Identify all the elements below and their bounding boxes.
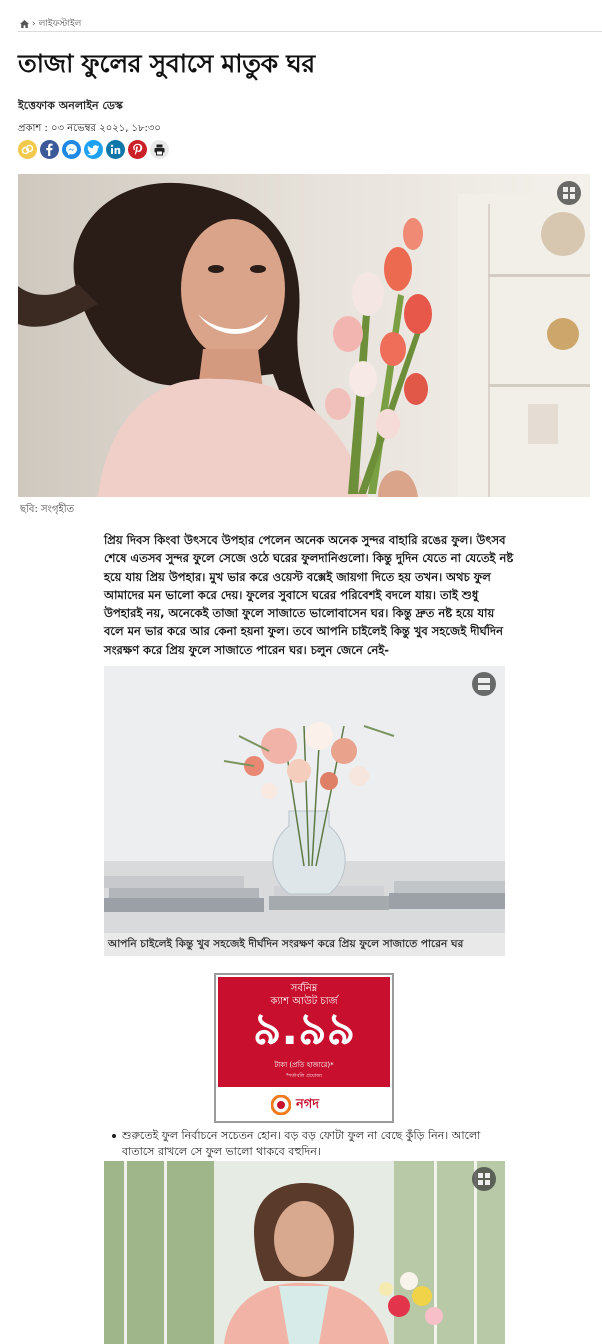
- gallery-icon[interactable]: [557, 181, 581, 205]
- print-icon[interactable]: [150, 140, 169, 159]
- published-date: প্রকাশ : ০৩ নভেম্বর ২০২১, ১৮:৩০: [18, 123, 161, 134]
- article-paragraph: প্রিয় দিবস কিংবা উৎসবে উপহার পেলেন অনেক…: [104, 533, 514, 657]
- pinterest-icon[interactable]: [128, 140, 147, 159]
- ad-brand-name: নগদ: [296, 1097, 320, 1112]
- gallery-icon[interactable]: [472, 1167, 496, 1191]
- breadcrumb: › লাইফস্টাইল: [20, 16, 81, 31]
- home-icon[interactable]: [20, 19, 29, 28]
- page-title: তাজা ফুলের সুবাসে মাতুক ঘর: [18, 49, 315, 78]
- article-image-woman-arranging: [104, 1161, 505, 1344]
- breadcrumb-separator: ›: [32, 18, 36, 29]
- hero-caption: ছবি: সংগৃহীত: [20, 504, 75, 515]
- ad-fine-print: *শর্তাবলি প্রযোজ্য: [285, 1073, 323, 1079]
- ad-red-panel: সর্বনিম্ন ক্যাশ আউট চার্জ ৯.৯৯ টাকা (প্র…: [218, 977, 390, 1087]
- author-link[interactable]: ইত্তেফাক অনলাইন ডেস্ক: [18, 97, 123, 116]
- ad-brand-logo: নগদ: [216, 1088, 392, 1121]
- image-caption: আপনি চাইলেই কিন্তু খুব সহজেই দীর্ঘদিন সং…: [104, 933, 505, 956]
- breadcrumb-divider: [18, 31, 602, 32]
- tips-list: শুরুতেই ফুল নির্বাচনে সচেতন হোন। বড় বড়…: [112, 1128, 492, 1160]
- twitter-icon[interactable]: [84, 140, 103, 159]
- article-image-vase: [104, 666, 505, 933]
- gallery-icon[interactable]: [472, 672, 496, 696]
- copy-link-icon[interactable]: [18, 140, 37, 159]
- ad-unit: টাকা (প্রতি হাজারে)*: [274, 1061, 334, 1069]
- hero-image: [18, 174, 590, 497]
- facebook-icon[interactable]: [40, 140, 59, 159]
- breadcrumb-section-link[interactable]: লাইফস্টাইল: [39, 16, 82, 31]
- list-item: শুরুতেই ফুল নির্বাচনে সচেতন হোন। বড় বড়…: [112, 1128, 492, 1160]
- advertisement-banner[interactable]: সর্বনিম্ন ক্যাশ আউট চার্জ ৯.৯৯ টাকা (প্র…: [214, 973, 394, 1123]
- nagad-logo-icon: [271, 1095, 291, 1115]
- messenger-icon[interactable]: [62, 140, 81, 159]
- ad-rate: ৯.৯৯: [252, 1004, 356, 1055]
- linkedin-icon[interactable]: [106, 140, 125, 159]
- share-bar: [18, 140, 169, 159]
